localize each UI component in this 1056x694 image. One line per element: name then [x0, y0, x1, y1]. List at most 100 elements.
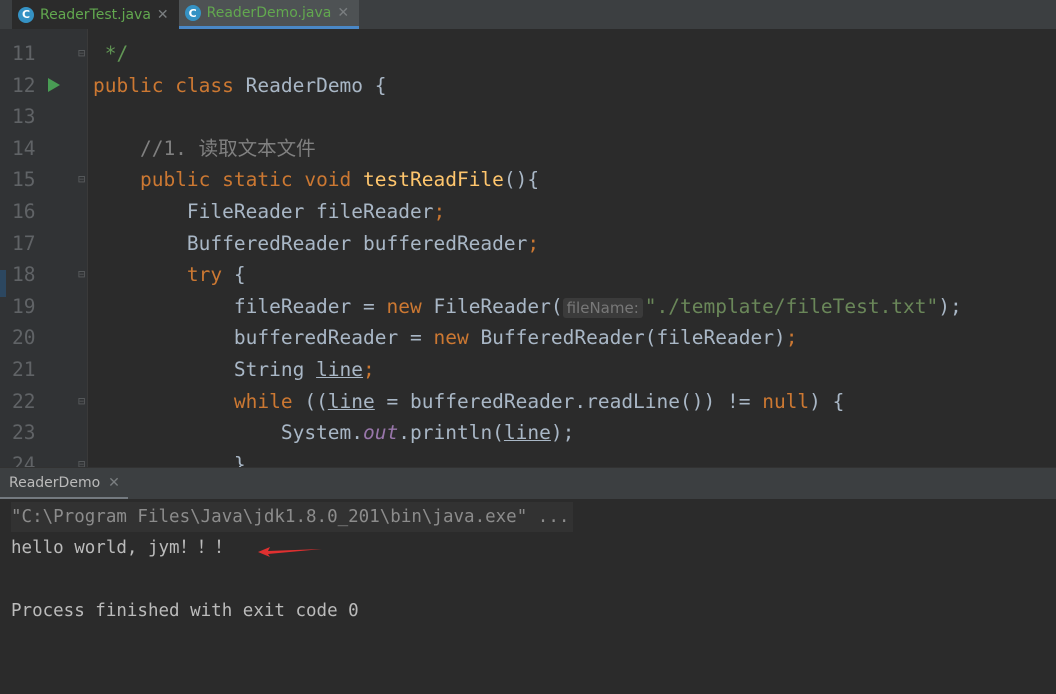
line-number: 19: [12, 294, 36, 318]
code-token: ;: [433, 200, 446, 223]
code-token: line: [503, 421, 551, 445]
code-text: */: [93, 38, 129, 70]
line-number: 15: [12, 168, 36, 192]
line-number: 18: [12, 263, 36, 287]
code-token: = bufferedReader.readLine()) !=: [374, 389, 763, 413]
editor-tabs: C ReaderTest.java ✕ C ReaderDemo.java ✕: [0, 0, 1056, 29]
code-line[interactable]: 11 ⊟ */: [0, 38, 1056, 70]
run-icon[interactable]: [48, 77, 60, 92]
code-text: bufferedReader = new BufferedReader(file…: [93, 322, 798, 354]
tab-readerdemo[interactable]: C ReaderDemo.java ✕: [178, 0, 360, 29]
line-number: 12: [12, 73, 36, 97]
line-number: 22: [12, 389, 36, 413]
run-tab-readerdemo[interactable]: ReaderDemo ✕: [0, 468, 128, 500]
code-token: System.: [93, 421, 364, 445]
code-line[interactable]: 20 bufferedReader = new BufferedReader(f…: [0, 322, 1056, 354]
code-line[interactable]: 21 String line;: [0, 354, 1056, 386]
code-token: while: [93, 389, 305, 413]
code-line[interactable]: 14 //1. 读取文本文件: [0, 133, 1056, 165]
code-text: try {: [93, 259, 246, 291]
line-number: 24: [12, 452, 36, 467]
fold-icon[interactable]: ⊟: [78, 259, 85, 291]
fold-icon[interactable]: ⊟: [78, 386, 85, 418]
close-icon[interactable]: ✕: [157, 7, 169, 23]
tab-readertest[interactable]: C ReaderTest.java ✕: [12, 0, 179, 29]
code-line[interactable]: 18 ⊟ try {: [0, 259, 1056, 291]
java-class-icon: C: [18, 6, 34, 23]
code-line[interactable]: 16 FileReader fileReader;: [0, 196, 1056, 228]
code-token: FileReader(: [433, 294, 563, 318]
run-tool-window-tabs: ReaderDemo ✕: [0, 467, 1056, 500]
code-token: testReadFile: [363, 168, 504, 192]
code-token: ) {: [809, 389, 845, 413]
code-line[interactable]: 13: [0, 101, 1056, 133]
code-token: null: [762, 389, 810, 413]
code-token: .println(: [398, 421, 504, 445]
console-output[interactable]: "C:\Program Files\Java\jdk1.8.0_201\bin\…: [0, 499, 1056, 694]
code-token: line: [316, 358, 364, 381]
red-arrow-annotation: [258, 547, 322, 557]
code-text: FileReader fileReader;: [93, 196, 445, 228]
console-exit-line: Process finished with exit code 0: [11, 601, 359, 621]
code-text: fileReader = new FileReader(fileName: "./…: [93, 291, 962, 325]
code-line[interactable]: 23 System.out.println(line);: [0, 417, 1056, 449]
fold-icon[interactable]: ⊟: [78, 38, 85, 70]
line-number: 14: [12, 136, 36, 160]
code-token: */: [93, 42, 129, 65]
code-text: //1. 读取文本文件: [93, 133, 316, 165]
code-text: String line;: [93, 354, 375, 386]
code-line[interactable]: 15 ⊟ public static void testReadFile(){: [0, 164, 1056, 196]
fold-icon[interactable]: ⊟: [78, 449, 85, 467]
code-token: //1. 读取文本文件: [93, 136, 316, 160]
line-number: 11: [12, 42, 36, 65]
code-text: public static void testReadFile(){: [93, 164, 539, 196]
code-token: (){: [503, 168, 540, 192]
code-line[interactable]: 19 fileReader = new FileReader(fileName:…: [0, 291, 1056, 323]
parameter-hint: fileName:: [562, 297, 643, 318]
code-text: public class ReaderDemo {: [93, 70, 387, 102]
code-token: FileReader fileReader: [93, 200, 434, 223]
code-token: void: [304, 168, 364, 192]
code-token: class: [175, 73, 246, 97]
code-token: try: [93, 263, 234, 287]
code-line[interactable]: 12 public class ReaderDemo {: [0, 70, 1056, 102]
line-number: 13: [12, 105, 36, 129]
code-token: ;: [527, 231, 540, 255]
line-number: 17: [12, 231, 36, 255]
code-token: new: [433, 326, 481, 350]
code-token: String: [93, 358, 317, 381]
code-text: while ((line = bufferedReader.readLine()…: [93, 386, 845, 418]
code-token: ReaderDemo {: [245, 73, 387, 97]
line-number: 16: [12, 200, 36, 223]
code-text: BufferedReader bufferedReader;: [93, 228, 539, 260]
code-line[interactable]: 22 ⊟ while ((line = bufferedReader.readLi…: [0, 386, 1056, 418]
code-token: bufferedReader =: [93, 326, 434, 350]
code-line[interactable]: 17 BufferedReader bufferedReader;: [0, 228, 1056, 260]
code-token: ;: [785, 326, 798, 350]
tab-edge: [0, 0, 12, 29]
code-token: BufferedReader bufferedReader: [93, 231, 528, 255]
code-text: System.out.println(line);: [93, 417, 575, 449]
code-token: line: [327, 389, 375, 413]
tab-label: ReaderDemo.java: [206, 5, 332, 21]
code-token: );: [938, 294, 962, 318]
code-token: public: [93, 168, 223, 192]
code-line[interactable]: 24 ⊟ }: [0, 449, 1056, 467]
line-number: 21: [12, 358, 36, 381]
code-token: fileReader =: [93, 294, 387, 318]
code-editor[interactable]: 11 ⊟ */ 12 public class ReaderDemo { 13 14 //…: [0, 29, 1056, 467]
code-token: public: [93, 73, 176, 97]
run-tab-label: ReaderDemo: [9, 474, 101, 491]
code-token: "./template/fileTest.txt": [644, 294, 939, 318]
code-token: static: [222, 168, 305, 192]
fold-icon[interactable]: ⊟: [78, 164, 85, 196]
line-number: 20: [12, 326, 36, 350]
code-token: ((: [304, 389, 328, 413]
java-class-icon: C: [184, 5, 201, 21]
tab-label: ReaderTest.java: [40, 6, 151, 23]
code-token: {: [233, 263, 246, 287]
close-icon[interactable]: ✕: [337, 5, 349, 21]
close-icon[interactable]: ✕: [108, 475, 120, 491]
console-output-line: hello world, jym！！！: [11, 538, 233, 558]
code-token: new: [386, 294, 434, 318]
